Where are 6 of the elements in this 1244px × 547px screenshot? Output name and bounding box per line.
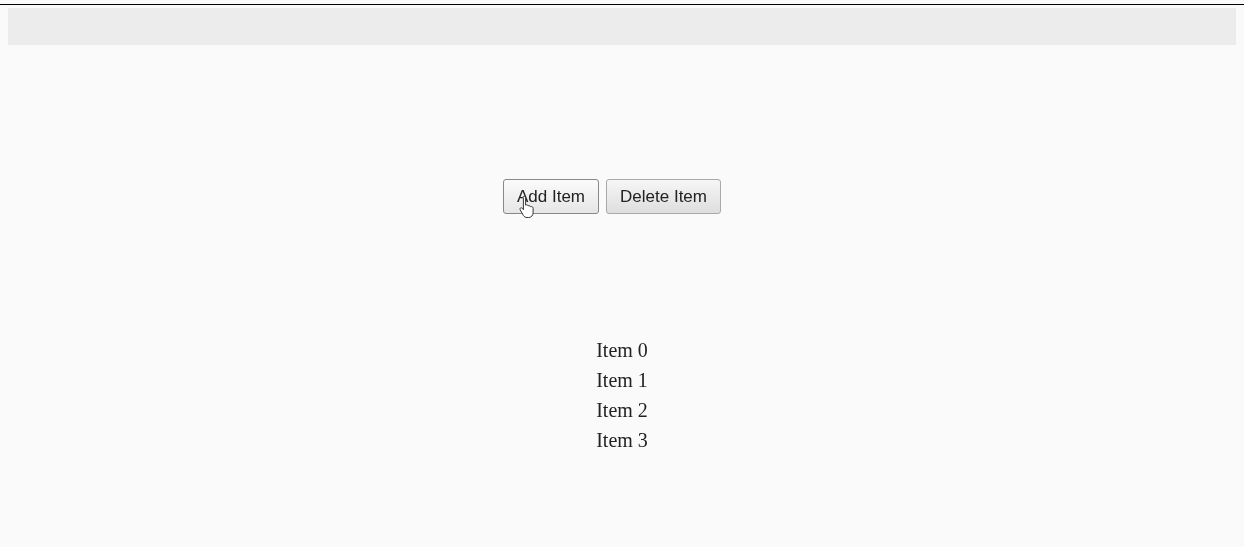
list-item: Item 1 (596, 368, 648, 393)
list-item: Item 3 (596, 428, 648, 453)
list-item: Item 2 (596, 398, 648, 423)
list-item: Item 0 (596, 338, 648, 363)
item-button[interactable]: Add Item (503, 179, 600, 214)
item-button[interactable]: Delete Item (606, 179, 721, 214)
